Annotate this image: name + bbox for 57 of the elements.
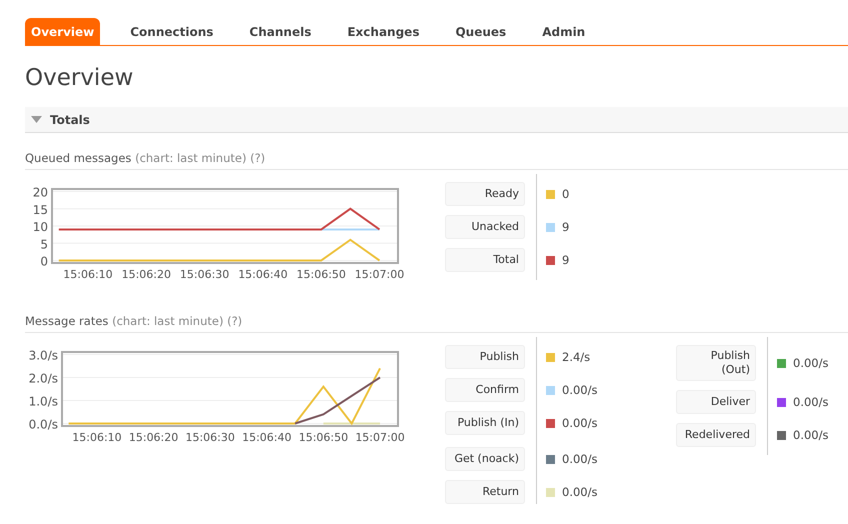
- nav-tab[interactable]: Exchanges: [341, 18, 426, 45]
- legend-value: 0: [562, 187, 570, 201]
- x-tick-label: 15:06:20: [122, 268, 171, 281]
- y-tick-label: 2.0/s: [28, 372, 58, 386]
- x-tick-label: 15:06:40: [238, 268, 288, 281]
- legend-value: 9: [562, 220, 570, 234]
- legend-value: 0.00/s: [562, 383, 598, 397]
- legend-label: Unacked: [445, 215, 525, 239]
- x-tick-label: 15:06:20: [128, 431, 178, 444]
- nav-tab[interactable]: Channels: [243, 18, 318, 45]
- page-title: Overview: [25, 65, 134, 93]
- y-tick-label: 15: [32, 202, 48, 217]
- legend-value: 0.00/s: [562, 485, 598, 499]
- x-tick-label: 15:06:10: [72, 431, 122, 444]
- section-title: Totals: [50, 112, 90, 126]
- x-tick-label: 15:06:30: [180, 268, 230, 281]
- legend-value: 2.4/s: [562, 350, 590, 364]
- x-tick-label: 15:07:00: [354, 268, 404, 281]
- legend-value: 9: [562, 253, 570, 267]
- legend-value: 0.00/s: [562, 416, 598, 430]
- x-tick-label: 15:07:00: [355, 431, 405, 444]
- legend-label: Publish: [445, 345, 525, 369]
- legend-label: Redelivered: [676, 423, 756, 447]
- legend-value: 0.00/s: [793, 428, 828, 442]
- y-tick-label: 1.0/s: [28, 394, 58, 408]
- x-tick-label: 15:06:50: [296, 268, 346, 281]
- x-tick-label: 15:06:40: [242, 431, 292, 444]
- help-link[interactable]: (?): [250, 151, 266, 165]
- legend-value: 0.00/s: [562, 452, 598, 466]
- nav-tab[interactable]: Connections: [124, 18, 220, 45]
- x-tick-label: 15:06:10: [63, 268, 113, 281]
- y-tick-label: 20: [32, 186, 48, 200]
- legend-label: Publish (Out): [676, 345, 756, 381]
- chart-title: Message rates: [25, 314, 108, 328]
- legend-label: Publish (In): [445, 411, 525, 435]
- y-tick-label: 0: [40, 254, 48, 268]
- legend-value: 0.00/s: [793, 395, 828, 409]
- nav-tab[interactable]: Admin: [536, 18, 592, 45]
- legend-label: Confirm: [445, 378, 525, 402]
- section-header[interactable]: Totals: [25, 107, 848, 133]
- legend-label: Get (noack): [445, 447, 525, 471]
- y-tick-label: 10: [32, 220, 48, 234]
- legend-value: 0.00/s: [793, 356, 828, 370]
- legend-label: Ready: [445, 182, 525, 206]
- legend-label: Total: [445, 248, 525, 272]
- y-tick-label: 0.0/s: [28, 418, 58, 432]
- legend-label: Deliver: [676, 390, 756, 414]
- legend-label: Return: [445, 480, 525, 504]
- nav-tab[interactable]: Queues: [449, 18, 512, 45]
- chart-title: Queued messages: [25, 151, 132, 165]
- chart-hint: (chart: last minute): [135, 151, 246, 165]
- chart-hint: (chart: last minute): [112, 314, 224, 328]
- help-link[interactable]: (?): [227, 314, 242, 328]
- y-tick-label: 3.0/s: [28, 348, 58, 362]
- x-tick-label: 15:06:30: [185, 431, 235, 444]
- y-tick-label: 5: [40, 237, 48, 252]
- x-tick-label: 15:06:50: [298, 431, 348, 444]
